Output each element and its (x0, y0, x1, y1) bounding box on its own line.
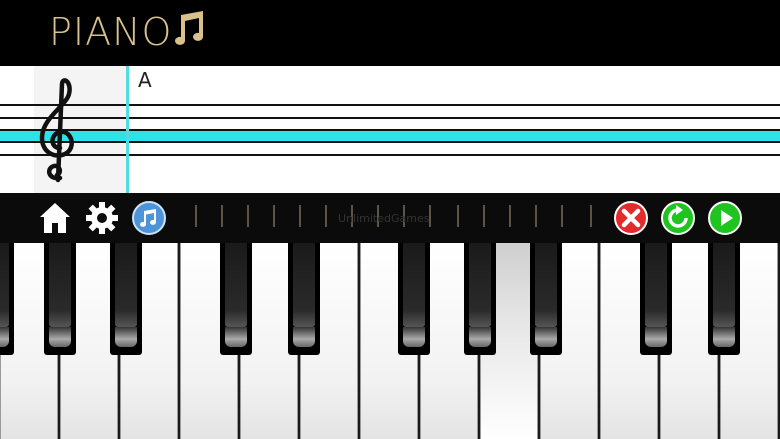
scroll-tick (299, 205, 301, 227)
home-icon[interactable] (37, 200, 73, 236)
header: PIANO (0, 0, 780, 66)
black-key[interactable] (220, 243, 252, 355)
refresh-icon[interactable] (660, 200, 696, 236)
scroll-tick (590, 205, 592, 227)
playhead (126, 66, 129, 193)
key-tip (115, 327, 137, 347)
staff-line (0, 104, 780, 106)
toolbar: UnlimitedGames (0, 193, 780, 243)
piano-keyboard (0, 243, 780, 439)
scroll-tick (195, 205, 197, 227)
play-icon[interactable] (707, 200, 743, 236)
key-tip (49, 327, 71, 347)
scroll-tick (247, 205, 249, 227)
key-shine (403, 243, 425, 327)
key-shine (115, 243, 137, 327)
black-key[interactable] (708, 243, 740, 355)
key-tip (0, 327, 9, 347)
key-tip (713, 327, 735, 347)
key-shine (225, 243, 247, 327)
scroll-tick (221, 205, 223, 227)
key-tip (403, 327, 425, 347)
app-title: PIANO (49, 9, 208, 55)
gear-icon[interactable] (84, 200, 120, 236)
music-note-icon (175, 11, 204, 45)
staff-line (0, 154, 780, 156)
scroll-tick (325, 205, 327, 227)
note-name-label: A (138, 68, 152, 92)
scroll-tick (273, 205, 275, 227)
key-shine (535, 243, 557, 327)
staff-line (0, 141, 780, 143)
black-key[interactable] (288, 243, 320, 355)
black-key[interactable] (640, 243, 672, 355)
music-note-button-icon[interactable] (131, 200, 167, 236)
black-key[interactable] (44, 243, 76, 355)
key-shine (645, 243, 667, 327)
key-tip (469, 327, 491, 347)
app-title-text: PIANO (49, 10, 173, 54)
key-shine (293, 243, 315, 327)
black-key[interactable] (110, 243, 142, 355)
key-tip (535, 327, 557, 347)
scroll-tick (509, 205, 511, 227)
treble-clef-icon (39, 78, 74, 183)
black-key[interactable] (464, 243, 496, 355)
scroll-tick (457, 205, 459, 227)
key-shine (469, 243, 491, 327)
staff-line (0, 129, 780, 131)
watermark: UnlimitedGames (338, 212, 430, 225)
key-tip (293, 327, 315, 347)
key-shine (713, 243, 735, 327)
close-icon[interactable] (613, 200, 649, 236)
scroll-tick (535, 205, 537, 227)
staff-line (0, 117, 780, 119)
black-key[interactable] (0, 243, 14, 355)
black-key[interactable] (398, 243, 430, 355)
key-shine (49, 243, 71, 327)
black-key[interactable] (530, 243, 562, 355)
key-tip (645, 327, 667, 347)
key-shine (0, 243, 9, 327)
music-staff: A (0, 66, 780, 193)
scroll-tick (483, 205, 485, 227)
key-tip (225, 327, 247, 347)
scroll-tick (561, 205, 563, 227)
